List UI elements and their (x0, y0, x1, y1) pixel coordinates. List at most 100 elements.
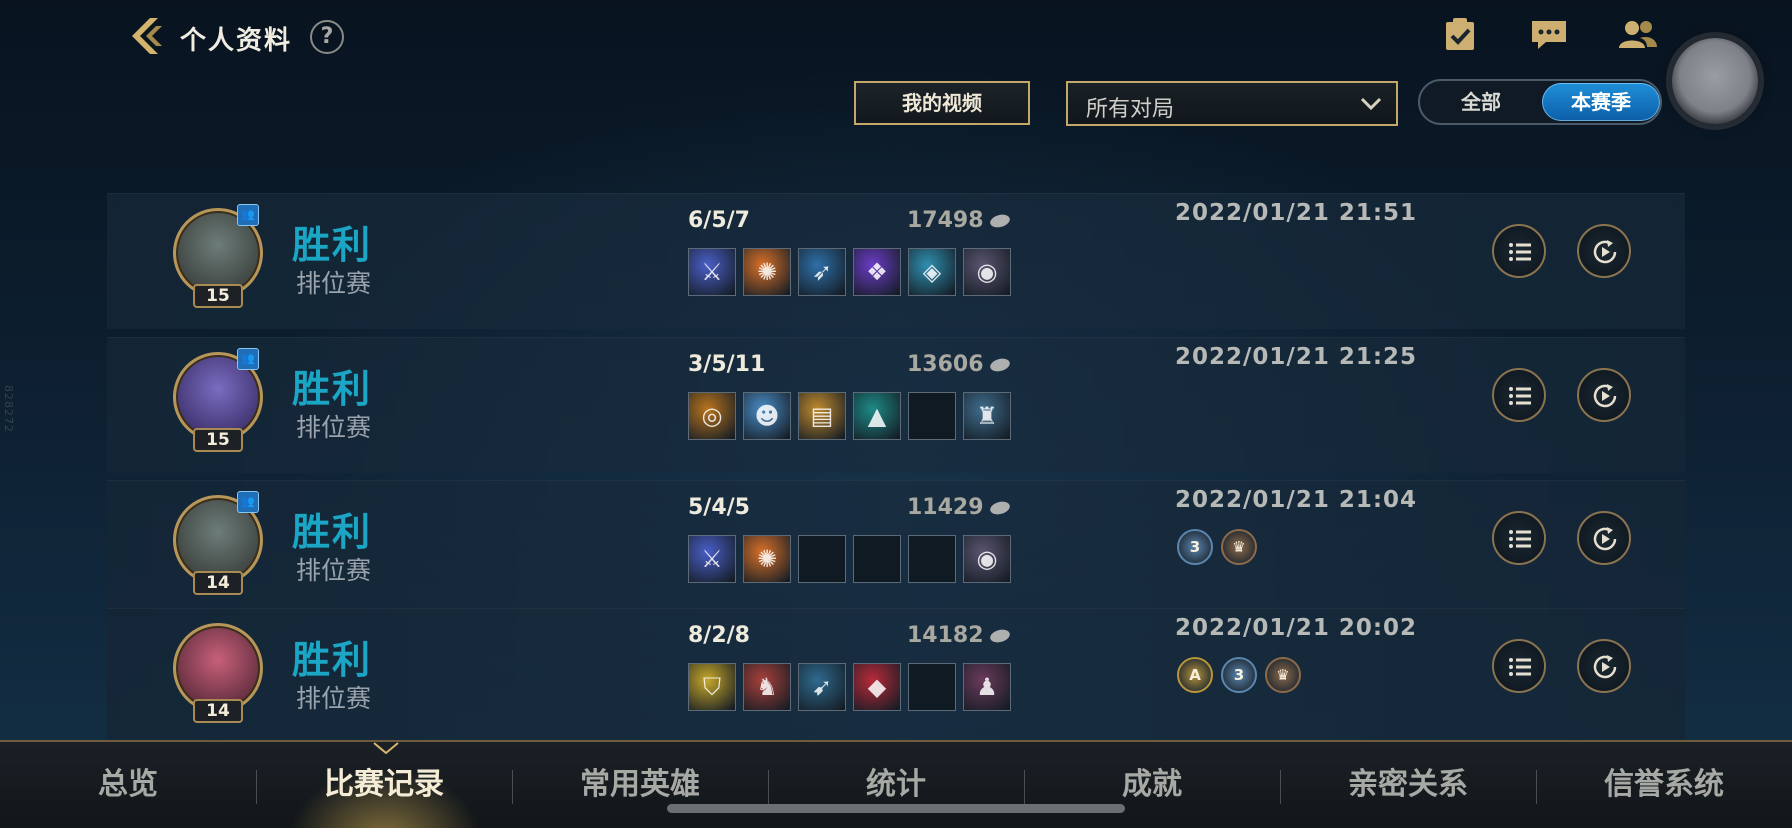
list-icon (1509, 530, 1531, 548)
empty-slot-icon (909, 393, 955, 439)
tab-honor[interactable]: 信誉系统 (1536, 742, 1792, 828)
ace-medal[interactable]: A (1177, 657, 1213, 693)
gold-earned: 11429 (907, 495, 1011, 520)
replay-button[interactable] (1577, 511, 1631, 565)
match-date: 2022/01/21 20:02 (1175, 615, 1418, 641)
empty-slot[interactable] (908, 392, 956, 440)
replay-icon (1593, 527, 1617, 551)
match-mode: 排位赛 (296, 684, 372, 713)
toggle-all-option[interactable]: 全部 (1420, 81, 1542, 123)
tab-stats[interactable]: 统计 (768, 742, 1024, 828)
tab-relationships[interactable]: 亲密关系 (1280, 742, 1536, 828)
gold-coin-icon (988, 356, 1011, 374)
match-result: 胜利 (292, 638, 373, 682)
help-button[interactable]: ? (310, 20, 344, 54)
party-icon: 👥 (237, 348, 259, 370)
tab-champions[interactable]: 常用英雄 (512, 742, 768, 828)
orb-item-icon: ✺ (756, 258, 778, 286)
crossbow-item[interactable]: ➶ (798, 248, 846, 296)
gold-coin-icon (988, 212, 1011, 230)
replay-icon (1593, 655, 1617, 679)
match-details-button[interactable] (1492, 224, 1546, 278)
match-details-button[interactable] (1492, 368, 1546, 422)
ward-item-icon: ◉ (976, 258, 998, 286)
list-icon (1509, 658, 1531, 676)
orb-item[interactable]: ✺ (743, 535, 791, 583)
match-result: 胜利 (292, 510, 373, 554)
match-date: 2022/01/21 21:04 (1175, 487, 1418, 513)
home-indicator[interactable] (667, 804, 1125, 813)
nav-divider (256, 770, 257, 804)
replay-button[interactable] (1577, 224, 1631, 278)
blade-item[interactable]: ⚔ (688, 248, 736, 296)
match-details-button[interactable] (1492, 639, 1546, 693)
gem-item[interactable]: ◆ (853, 663, 901, 711)
my-videos-button[interactable]: 我的视频 (854, 81, 1030, 125)
totem-item[interactable]: ♟ (963, 663, 1011, 711)
replay-button[interactable] (1577, 368, 1631, 422)
match-date: 2022/01/21 21:25 (1175, 344, 1418, 370)
triple-kill-medal[interactable]: 3 (1221, 657, 1257, 693)
watermark-text: 828272 (2, 385, 15, 433)
gold-value: 11429 (907, 495, 984, 520)
triple-kill-medal[interactable]: 3 (1177, 529, 1213, 565)
cloak-item[interactable]: ❖ (853, 248, 901, 296)
party-icon: 👥 (237, 491, 259, 513)
match-row[interactable]: 👥 15 胜利 排位赛 3/5/11 13606 ◎ ☻ ▤ ▲ ♜ 2022/01/21 21:25 (107, 337, 1685, 473)
floating-assistant-button[interactable] (1672, 38, 1758, 124)
empty-slot[interactable] (798, 535, 846, 583)
crest-medal[interactable]: ♛ (1221, 529, 1257, 565)
ward-item[interactable]: ◉ (963, 535, 1011, 583)
shield-item[interactable]: ⛉ (688, 663, 736, 711)
gold-value: 14182 (907, 623, 984, 648)
empty-slot-icon (799, 536, 845, 582)
empty-slot[interactable] (853, 535, 901, 583)
tab-achievements[interactable]: 成就 (1024, 742, 1280, 828)
match-type-value: 所有对局 (1086, 97, 1175, 122)
gold-earned: 13606 (907, 352, 1011, 377)
match-result: 胜利 (292, 367, 373, 411)
season-toggle[interactable]: 全部 本赛季 (1418, 79, 1662, 125)
match-mode: 排位赛 (296, 556, 372, 585)
match-row[interactable]: 👥 15 胜利 排位赛 6/5/7 17498 ⚔ ✺ ➶ ❖ ◈ ◉ 2022/01/21 21:51 (107, 193, 1685, 329)
mask-item[interactable]: ☻ (743, 392, 791, 440)
replay-button[interactable] (1577, 639, 1631, 693)
friends-icon[interactable] (1618, 18, 1658, 54)
missions-clipboard-icon[interactable] (1442, 18, 1482, 54)
tab-match-history[interactable]: 比赛记录 (256, 742, 512, 828)
crest-medal[interactable]: ♛ (1265, 657, 1301, 693)
match-type-select[interactable]: 所有对局 (1066, 81, 1398, 126)
eye-item-icon: ◎ (701, 402, 723, 430)
kda-score: 5/4/5 (688, 495, 750, 520)
replay-icon (1593, 384, 1617, 408)
armor-item[interactable]: ♞ (743, 663, 791, 711)
empty-slot[interactable] (908, 663, 956, 711)
tab-overview[interactable]: 总览 (0, 742, 256, 828)
back-arrow-icon[interactable] (124, 14, 168, 58)
orb-item-icon: ✺ (756, 545, 778, 573)
profile-screen: 828272 个人资料 ? 我的视频 所有对局 全部 本赛季 👥 15 胜利 排… (0, 0, 1792, 828)
ward-item[interactable]: ◉ (963, 248, 1011, 296)
kda-score: 6/5/7 (688, 208, 750, 233)
champion-level: 15 (193, 428, 243, 452)
empty-slot[interactable] (908, 535, 956, 583)
list-icon (1509, 243, 1531, 261)
orb-item[interactable]: ✺ (743, 248, 791, 296)
match-details-button[interactable] (1492, 511, 1546, 565)
bow-item[interactable]: ➹ (798, 663, 846, 711)
champion-level: 14 (193, 699, 243, 723)
empty-slot-icon (854, 536, 900, 582)
lantern-item[interactable]: ♜ (963, 392, 1011, 440)
match-row[interactable]: 👥 14 胜利 排位赛 5/4/5 11429 ⚔ ✺ ◉ 2022/01/21 21:04 3 ♛ (107, 480, 1685, 616)
match-row[interactable]: 14 胜利 排位赛 8/2/8 14182 ⛉ ♞ ➹ ◆ ♟ 2022/01/21 20:02 A 3… (107, 608, 1685, 744)
chat-bubble-icon[interactable] (1530, 18, 1570, 54)
blade-item[interactable]: ⚔ (688, 535, 736, 583)
toggle-season-option[interactable]: 本赛季 (1542, 83, 1660, 121)
scale-item[interactable]: ◈ (908, 248, 956, 296)
eye-item[interactable]: ◎ (688, 392, 736, 440)
totem-item-icon: ♟ (976, 673, 998, 701)
tome-item[interactable]: ▤ (798, 392, 846, 440)
match-mode: 排位赛 (296, 413, 372, 442)
chevron-down-icon (1360, 95, 1382, 113)
hood-item[interactable]: ▲ (853, 392, 901, 440)
